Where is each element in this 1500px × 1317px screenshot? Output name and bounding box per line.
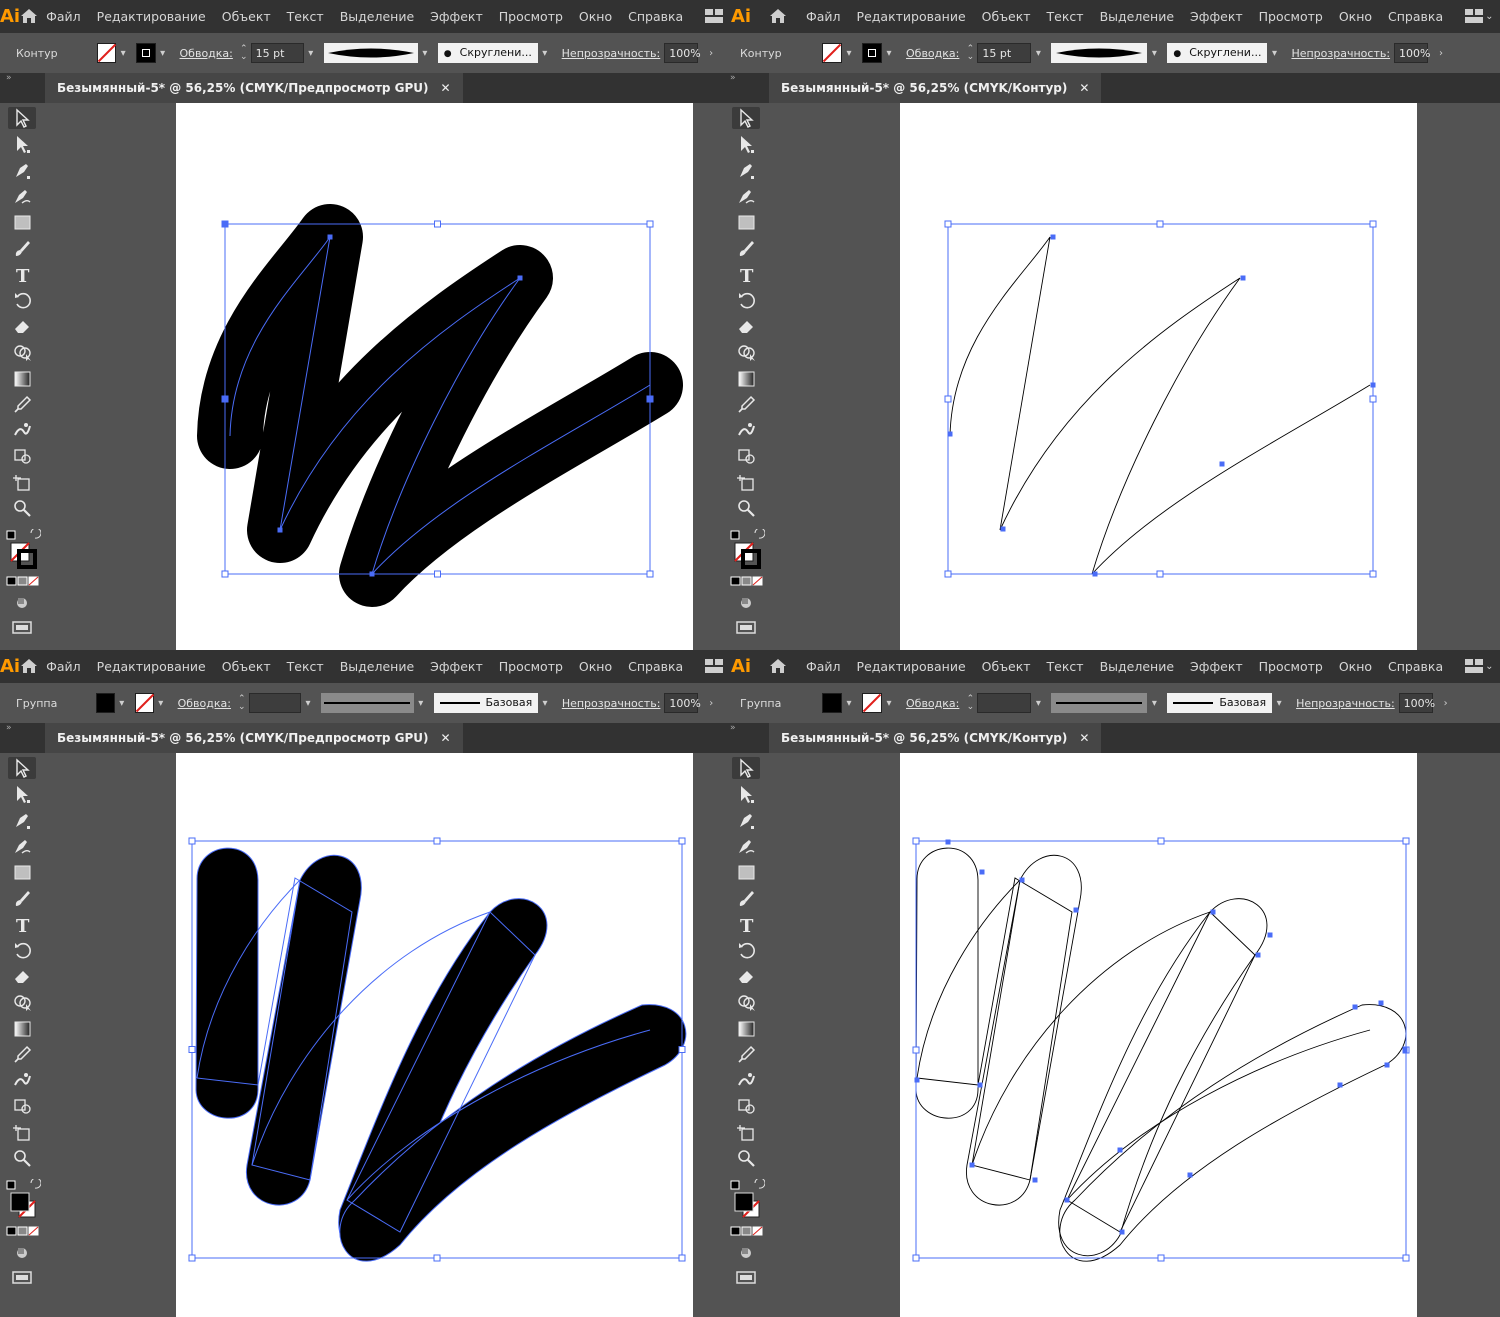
bounding-box-handle[interactable] [678, 1254, 686, 1262]
bounding-box-handle[interactable] [434, 570, 441, 578]
anchor-point[interactable] [1032, 1177, 1038, 1183]
anchor-point[interactable] [969, 1162, 975, 1168]
canvas-area[interactable] [45, 753, 724, 1317]
anchor-point[interactable] [1378, 1000, 1384, 1006]
selection-bounding-box[interactable] [915, 840, 1407, 1259]
bounding-box-handle[interactable] [944, 570, 952, 578]
canvas-area[interactable] [45, 103, 724, 650]
anchor-point[interactable] [327, 234, 333, 240]
anchor-point[interactable] [1210, 909, 1216, 915]
anchor-point[interactable] [1255, 952, 1261, 958]
artwork-group[interactable] [197, 204, 683, 607]
bounding-box-handle[interactable] [1157, 1254, 1165, 1262]
anchor-point[interactable] [1219, 461, 1225, 467]
shape-outline[interactable] [1066, 911, 1256, 1233]
bounding-box-handle[interactable] [944, 220, 952, 228]
shape-outline[interactable] [971, 911, 1211, 1166]
anchor-point[interactable] [914, 1077, 920, 1083]
anchor-point[interactable] [1337, 1082, 1343, 1088]
anchor-point[interactable] [277, 527, 283, 533]
anchor-point[interactable] [647, 396, 653, 402]
artwork-canvas[interactable] [724, 650, 1500, 1317]
artwork-canvas[interactable] [0, 650, 724, 1317]
bounding-box-handle[interactable] [1156, 570, 1164, 578]
bounding-box-handle[interactable] [1156, 220, 1164, 228]
bounding-box-handle[interactable] [188, 837, 196, 845]
anchor-point[interactable] [222, 221, 228, 227]
anchor-point[interactable] [1019, 877, 1025, 883]
artwork-canvas[interactable] [724, 0, 1500, 650]
anchor-point[interactable] [979, 869, 985, 875]
outline-shapes[interactable] [915, 847, 1407, 1262]
anchor-point[interactable] [977, 1082, 983, 1088]
anchor-point[interactable] [1187, 1172, 1193, 1178]
bounding-box-handle[interactable] [678, 837, 686, 845]
artwork-group[interactable] [188, 837, 687, 1262]
panel-bottom-left: Ai Файл Редактирование Объект Текст Выделени… [0, 650, 724, 1317]
bounding-box-handle[interactable] [1402, 837, 1410, 845]
bounding-box-handle[interactable] [646, 570, 654, 578]
anchor-point[interactable] [1240, 275, 1246, 281]
bounding-box-handle[interactable] [944, 395, 952, 403]
anchor-point[interactable] [1050, 234, 1056, 240]
anchor-point[interactable] [1370, 382, 1376, 388]
bounding-box-handle[interactable] [912, 1254, 920, 1262]
anchor-point[interactable] [947, 431, 953, 437]
anchor-point[interactable] [1000, 526, 1006, 532]
bounding-box-handle[interactable] [221, 570, 229, 578]
panel-bottom-right: Ai Файл Редактирование Объект Текст Выделени… [724, 650, 1500, 1317]
shape-outline[interactable] [1066, 1029, 1371, 1201]
artwork-group[interactable] [912, 837, 1410, 1262]
canvas-area[interactable] [769, 103, 1500, 650]
anchor-point[interactable] [222, 396, 228, 402]
bounding-box-handle[interactable] [1369, 395, 1377, 403]
bounding-box-handle[interactable] [1157, 837, 1165, 845]
bounding-box-handle[interactable] [646, 220, 654, 228]
path-outline[interactable] [949, 236, 1371, 575]
artwork-canvas[interactable] [0, 0, 724, 650]
bounding-box-handle[interactable] [1369, 570, 1377, 578]
anchor-point[interactable] [517, 275, 523, 281]
anchor-point[interactable] [1119, 1229, 1125, 1235]
bounding-box-handle[interactable] [434, 220, 441, 228]
bounding-box-handle[interactable] [678, 1046, 686, 1053]
shape-outline[interactable] [1059, 1004, 1407, 1262]
bounding-box-handle[interactable] [912, 1046, 920, 1054]
anchor-point[interactable] [1117, 1147, 1123, 1153]
anchor-point[interactable] [1402, 1047, 1408, 1053]
bounding-box-handle[interactable] [433, 1254, 441, 1262]
anchor-point[interactable] [1352, 1004, 1358, 1010]
anchor-point[interactable] [1073, 907, 1079, 913]
shape-outline[interactable] [916, 879, 1021, 1079]
panel-top-right: Ai Файл Редактирование Объект Текст Выделени… [724, 0, 1500, 650]
brush-stroke-path[interactable] [197, 204, 683, 607]
anchor-point[interactable] [1267, 932, 1273, 938]
artwork-group[interactable] [944, 220, 1377, 578]
selection-bounding-box[interactable] [947, 223, 1374, 575]
canvas-area[interactable] [769, 753, 1500, 1317]
panel-top-left: Ai Файл Редактирование Объект Текст Выделени… [0, 0, 724, 650]
bounding-box-handle[interactable] [912, 837, 920, 845]
anchor-point[interactable] [1092, 571, 1098, 577]
bounding-box-handle[interactable] [1402, 1254, 1410, 1262]
bounding-box-handle[interactable] [188, 1254, 196, 1262]
bounding-box-handle[interactable] [1369, 220, 1377, 228]
anchor-point[interactable] [945, 839, 951, 845]
anchor-point[interactable] [1384, 1062, 1390, 1068]
anchor-point[interactable] [1064, 1197, 1070, 1203]
shape-outline[interactable] [916, 877, 1073, 1181]
bounding-box-handle[interactable] [433, 837, 441, 845]
bounding-box-handle[interactable] [188, 1046, 196, 1053]
anchor-point[interactable] [369, 571, 375, 577]
shape-outline[interactable] [1058, 898, 1268, 1257]
